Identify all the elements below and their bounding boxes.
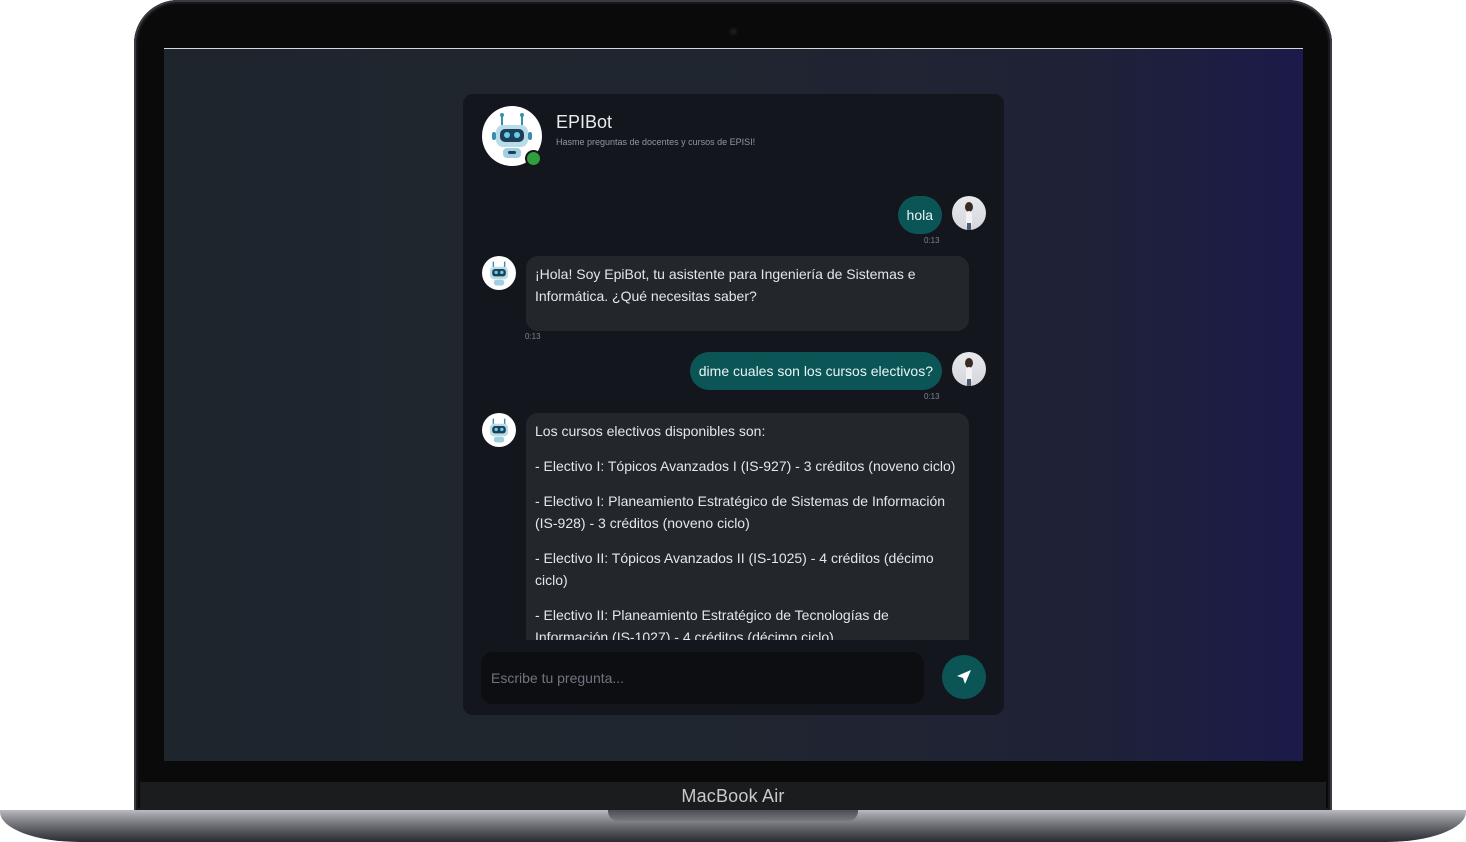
bot-avatar-small [482, 256, 516, 290]
online-status-dot [525, 150, 542, 167]
bot-message-bubble: ¡Hola! Soy EpiBot, tu asistente para Ing… [526, 256, 969, 331]
bot-avatar-small [482, 413, 516, 447]
bot-message-text: - Electivo II: Planeamiento Estratégico … [535, 607, 889, 640]
chat-header: EPIBot Hasme preguntas de docentes y cur… [463, 94, 1004, 184]
bot-message-bubble: Los cursos electivos disponibles son: - … [526, 413, 969, 640]
question-input[interactable] [481, 652, 924, 704]
bot-subtitle: Hasme preguntas de docentes y cursos de … [556, 137, 756, 147]
bot-message-text: - Electivo II: Tópicos Avanzados II (IS-… [535, 550, 934, 588]
bot-message-text: ¡Hola! Soy EpiBot, tu asistente para Ing… [535, 266, 916, 304]
composer [463, 640, 1004, 715]
message-time: 0:13 [924, 236, 940, 245]
robot-icon [489, 261, 509, 286]
camera-icon [729, 27, 738, 36]
robot-icon [489, 418, 509, 443]
bot-name: EPIBot [556, 112, 613, 132]
person-icon [965, 358, 973, 386]
screen: EPIBot Hasme preguntas de docentes y cur… [164, 48, 1303, 761]
person-icon [965, 202, 973, 230]
user-avatar [952, 352, 986, 386]
bot-message-text: - Electivo I: Tópicos Avanzados I (IS-92… [535, 458, 956, 474]
user-avatar [952, 196, 986, 230]
message-time: 0:13 [525, 332, 541, 341]
device-brand-label: MacBook Air [681, 786, 785, 806]
laptop-notch [608, 810, 858, 821]
user-message-bubble: dime cuales son los cursos electivos? [689, 352, 942, 390]
bot-message-text: - Electivo I: Planeamiento Estratégico d… [535, 493, 946, 531]
user-message: hola [897, 196, 986, 234]
message-time: 0:13 [924, 392, 940, 401]
user-message: dime cuales son los cursos electivos? [689, 352, 986, 390]
message-list[interactable]: hola 0:13 ¡Hola! Soy EpiBot, tu asistent… [463, 184, 1004, 640]
user-message-bubble: hola [897, 196, 942, 234]
bot-message-text: Los cursos electivos disponibles son: [535, 423, 766, 439]
paper-plane-icon [957, 670, 971, 684]
send-button[interactable] [942, 655, 986, 699]
chat-card: EPIBot Hasme preguntas de docentes y cur… [463, 94, 1004, 715]
